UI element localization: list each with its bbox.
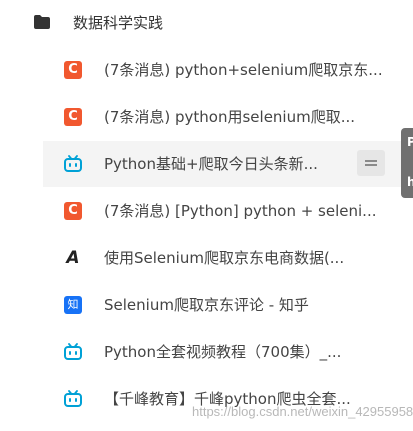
- bookmark-item[interactable]: Python全套视频教程（700集）_...: [43, 329, 413, 375]
- bilibili-icon: [64, 155, 82, 172]
- more-menu-button[interactable]: [357, 150, 385, 176]
- folder-label: 数据科学实践: [73, 14, 164, 32]
- bookmark-label: 使用Selenium爬取京东电商数据(...: [104, 249, 345, 267]
- bookmark-label: (7条消息) [Python] python + seleni...: [104, 202, 377, 220]
- tooltip: P h: [401, 128, 413, 198]
- bilibili-icon: [64, 390, 82, 407]
- tooltip-text: P: [407, 135, 413, 149]
- bookmark-item[interactable]: A 使用Selenium爬取京东电商数据(...: [43, 235, 413, 281]
- folder-row[interactable]: 数据科学实践: [0, 0, 413, 46]
- bookmark-label: (7条消息) python+selenium爬取京东...: [104, 61, 383, 79]
- bookmark-label: (7条消息) python用selenium爬取...: [104, 108, 356, 126]
- bookmark-label: Python全套视频教程（700集）_...: [104, 343, 342, 361]
- bilibili-icon: [64, 343, 82, 360]
- bookmark-item[interactable]: C (7条消息) [Python] python + seleni...: [43, 188, 413, 234]
- jd-icon: A: [66, 248, 80, 268]
- csdn-icon: C: [64, 61, 82, 79]
- folder-icon: [34, 15, 50, 29]
- tooltip-text: h: [407, 175, 413, 189]
- zhihu-icon: 知: [64, 296, 82, 314]
- bookmark-item[interactable]: C (7条消息) python+selenium爬取京东...: [43, 47, 413, 93]
- bookmark-label: Selenium爬取京东评论 - 知乎: [104, 296, 309, 314]
- watermark: https://blog.csdn.net/weixin_42955958: [192, 404, 413, 419]
- bookmark-label: Python基础+爬取今日头条新...: [104, 155, 318, 173]
- bookmark-item[interactable]: 知 Selenium爬取京东评论 - 知乎: [43, 282, 413, 328]
- bookmark-item[interactable]: Python基础+爬取今日头条新...: [43, 141, 413, 187]
- menu-line: [365, 164, 377, 166]
- csdn-icon: C: [64, 108, 82, 126]
- bookmark-item[interactable]: C (7条消息) python用selenium爬取...: [43, 94, 413, 140]
- csdn-icon: C: [64, 202, 82, 220]
- menu-line: [365, 160, 377, 162]
